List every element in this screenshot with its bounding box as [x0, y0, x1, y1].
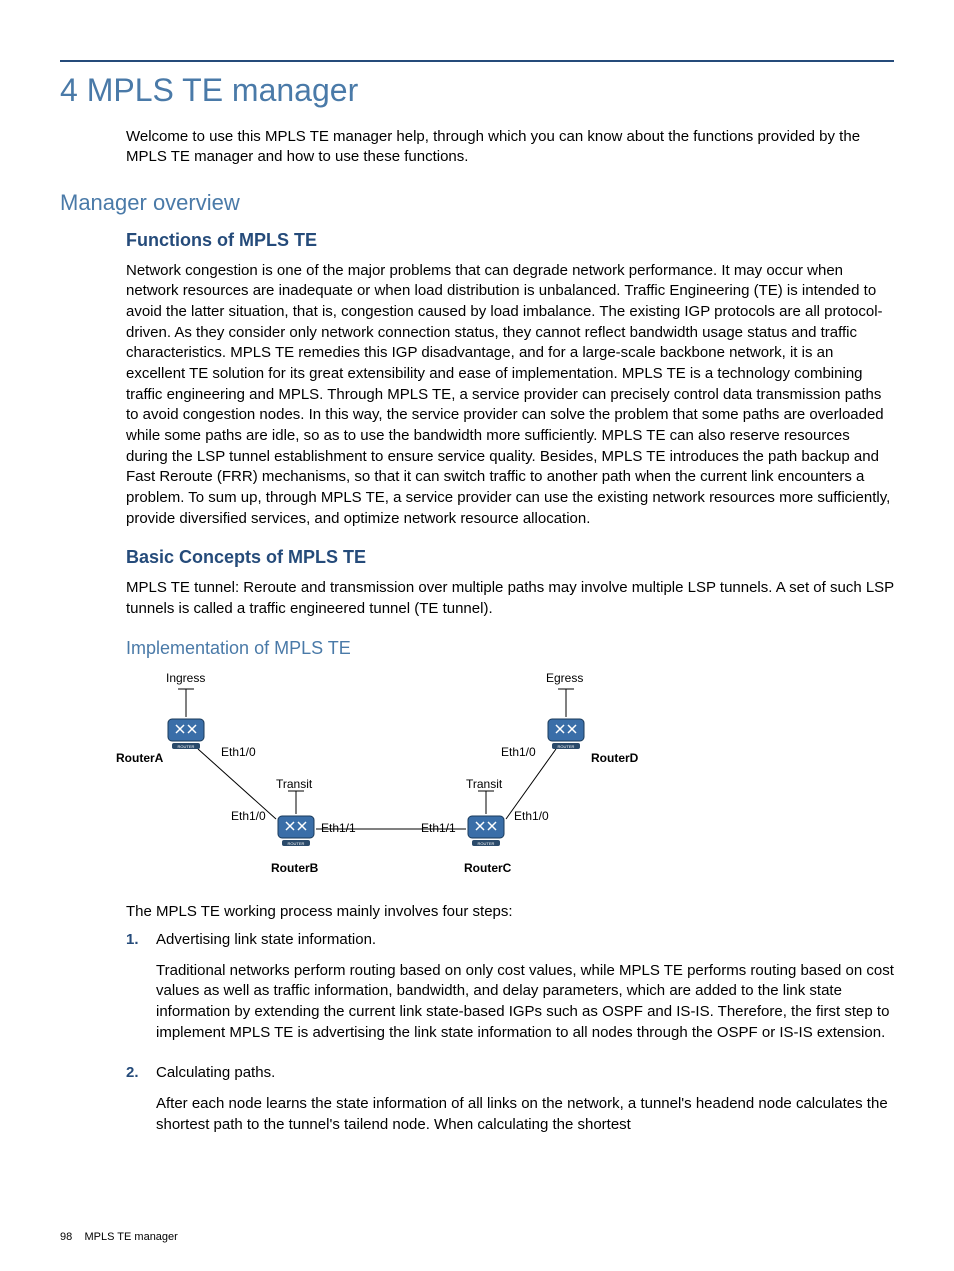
step-1-desc: Traditional networks perform routing bas…	[156, 961, 894, 1044]
chapter-title: 4 MPLS TE manager	[60, 72, 894, 109]
concepts-heading: Basic Concepts of MPLS TE	[126, 547, 894, 568]
step-2-num: 2.	[126, 1063, 156, 1145]
process-intro: The MPLS TE working process mainly invol…	[126, 903, 894, 920]
if-b-left: Eth1/0	[231, 809, 266, 823]
transit1-label: Transit	[276, 777, 312, 791]
step-1-num: 1.	[126, 930, 156, 1053]
if-d: Eth1/0	[501, 745, 536, 759]
router-d-icon: ROUTER	[546, 717, 586, 747]
ingress-label: Ingress	[166, 671, 205, 685]
if-c-left: Eth1/1	[421, 821, 456, 835]
svg-text:ROUTER: ROUTER	[478, 841, 495, 846]
egress-label: Egress	[546, 671, 583, 685]
top-rule	[60, 60, 894, 62]
impl-heading: Implementation of MPLS TE	[126, 638, 894, 659]
page-number: 98	[60, 1231, 72, 1243]
svg-text:ROUTER: ROUTER	[178, 744, 195, 749]
router-b-icon: ROUTER	[276, 814, 316, 844]
concepts-body: MPLS TE tunnel: Reroute and transmission…	[126, 578, 894, 619]
step-2: 2. Calculating paths. After each node le…	[126, 1063, 894, 1145]
step-1: 1. Advertising link state information. T…	[126, 930, 894, 1053]
functions-body: Network congestion is one of the major p…	[126, 261, 894, 530]
router-a-label: RouterA	[116, 751, 163, 765]
functions-heading: Functions of MPLS TE	[126, 230, 894, 251]
if-b-right: Eth1/1	[321, 821, 356, 835]
overview-heading: Manager overview	[60, 190, 894, 216]
svg-text:ROUTER: ROUTER	[558, 744, 575, 749]
step-2-desc: After each node learns the state informa…	[156, 1094, 894, 1135]
transit2-label: Transit	[466, 777, 502, 791]
diagram-lines	[126, 669, 636, 889]
svg-text:ROUTER: ROUTER	[288, 841, 305, 846]
router-d-label: RouterD	[591, 751, 638, 765]
if-c-right: Eth1/0	[514, 809, 549, 823]
router-a-icon: ROUTER	[166, 717, 206, 747]
network-diagram: ROUTER ROUTER ROUTER ROUTER Ingress Egre…	[126, 669, 894, 889]
router-b-label: RouterB	[271, 861, 318, 875]
step-1-title: Advertising link state information.	[156, 930, 894, 951]
if-a: Eth1/0	[221, 745, 256, 759]
page-footer: 98 MPLS TE manager	[60, 1231, 178, 1243]
step-2-title: Calculating paths.	[156, 1063, 894, 1084]
intro-text: Welcome to use this MPLS TE manager help…	[126, 127, 894, 168]
footer-label: MPLS TE manager	[84, 1231, 177, 1243]
router-c-icon: ROUTER	[466, 814, 506, 844]
router-c-label: RouterC	[464, 861, 511, 875]
